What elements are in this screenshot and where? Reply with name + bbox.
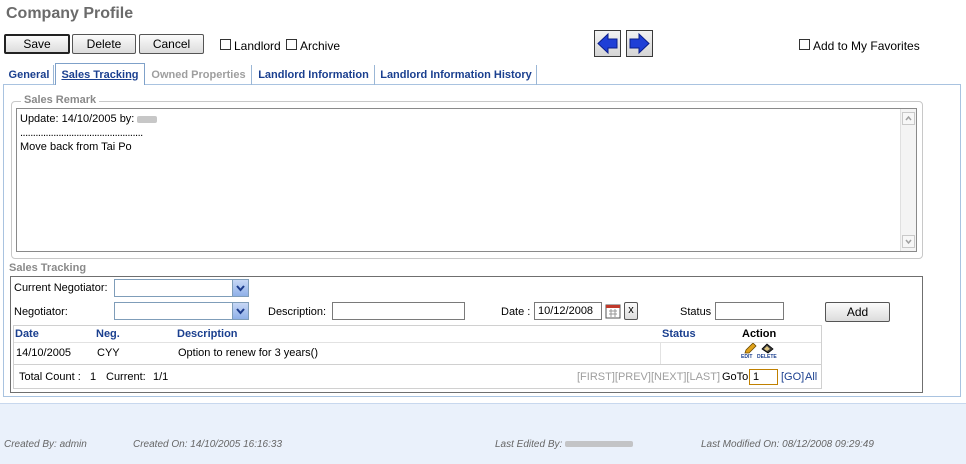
favorites-label: Add to My Favorites [813, 39, 920, 53]
remark-line-3: Move back from Tai Po [20, 141, 132, 153]
pencil-icon [744, 343, 757, 354]
add-button[interactable]: Add [825, 302, 890, 322]
negotiator-select[interactable] [114, 302, 249, 320]
scroll-down-icon[interactable] [902, 235, 915, 248]
tab-owned-properties: Owned Properties [146, 65, 252, 85]
tab-general[interactable]: General [5, 65, 54, 85]
redacted-editor [565, 441, 634, 448]
total-count-value: 1 [90, 371, 97, 383]
date-label: Date : [501, 306, 531, 318]
grid-divider [14, 342, 821, 343]
landlord-label: Landlord [234, 39, 281, 53]
row-description: Option to renew for 3 years() [178, 347, 319, 359]
negotiator-label: Negotiator: [14, 306, 68, 318]
pager-links: [FIRST][PREV][NEXT][LAST] [577, 371, 721, 383]
remark-scrollbar[interactable] [900, 109, 916, 251]
description-label: Description: [268, 306, 327, 318]
arrow-right-icon [629, 32, 650, 55]
chevron-down-icon [232, 280, 248, 296]
all-link[interactable]: All [805, 371, 817, 383]
row-neg: CYY [97, 347, 120, 359]
goto-label: GoTo [722, 371, 749, 383]
delete-action[interactable]: DELETE [757, 343, 779, 361]
save-button[interactable]: Save [4, 34, 70, 54]
clear-date-button[interactable]: x [624, 302, 638, 320]
created-by: Created By: admin [4, 439, 87, 450]
total-count-label: Total Count : [19, 371, 81, 383]
eraser-icon [761, 343, 774, 354]
column-header-action: Action [742, 328, 777, 340]
landlord-checkbox[interactable] [220, 39, 231, 50]
cancel-button[interactable]: Cancel [139, 34, 204, 54]
grid-divider [660, 343, 661, 364]
description-input[interactable] [332, 302, 465, 320]
column-header-status[interactable]: Status [662, 328, 696, 340]
current-negotiator-label: Current Negotiator: [14, 282, 108, 294]
status-input[interactable] [715, 302, 784, 320]
created-on: Created On: 14/10/2005 16:16:33 [133, 439, 283, 450]
calendar-icon[interactable] [605, 303, 621, 319]
remark-line-2: ........................................… [20, 127, 143, 139]
next-record-button[interactable] [626, 30, 653, 57]
redacted-name [137, 115, 158, 123]
row-date: 14/10/2005 [16, 347, 72, 359]
remark-line-1: Update: 14/10/2005 by: [20, 112, 158, 126]
sales-remark-textarea[interactable]: Update: 14/10/2005 by: .................… [16, 108, 917, 252]
chevron-down-icon [232, 303, 248, 319]
tab-sales-tracking[interactable]: Sales Tracking [55, 63, 145, 85]
scroll-up-icon[interactable] [902, 112, 915, 125]
delete-button[interactable]: Delete [72, 34, 136, 54]
tab-landlord-information[interactable]: Landlord Information [253, 65, 375, 85]
date-input[interactable]: 10/12/2008 [534, 302, 602, 320]
tracking-grid [13, 325, 822, 365]
archive-checkbox[interactable] [286, 39, 297, 50]
page-title: Company Profile [6, 5, 134, 22]
goto-page-input[interactable]: 1 [749, 369, 778, 385]
previous-record-button[interactable] [594, 30, 621, 57]
last-modified-on: Last Modified On: 08/12/2008 09:29:49 [701, 439, 874, 450]
column-header-description[interactable]: Description [177, 328, 238, 340]
column-header-date[interactable]: Date [15, 328, 39, 340]
tab-landlord-information-history[interactable]: Landlord Information History [376, 65, 537, 85]
favorites-checkbox[interactable] [799, 39, 810, 50]
go-link[interactable]: [GO] [781, 371, 804, 383]
current-label: Current: [106, 371, 146, 383]
current-negotiator-select[interactable] [114, 279, 249, 297]
last-edited-by: Last Edited By: [495, 439, 634, 450]
audit-footer [0, 403, 966, 464]
sales-remark-legend: Sales Remark [21, 94, 100, 106]
current-value: 1/1 [153, 371, 169, 383]
arrow-left-icon [597, 32, 618, 55]
archive-label: Archive [300, 39, 341, 53]
sales-tracking-legend: Sales Tracking [9, 262, 87, 274]
status-label: Status [680, 306, 712, 318]
column-header-neg[interactable]: Neg. [96, 328, 120, 340]
